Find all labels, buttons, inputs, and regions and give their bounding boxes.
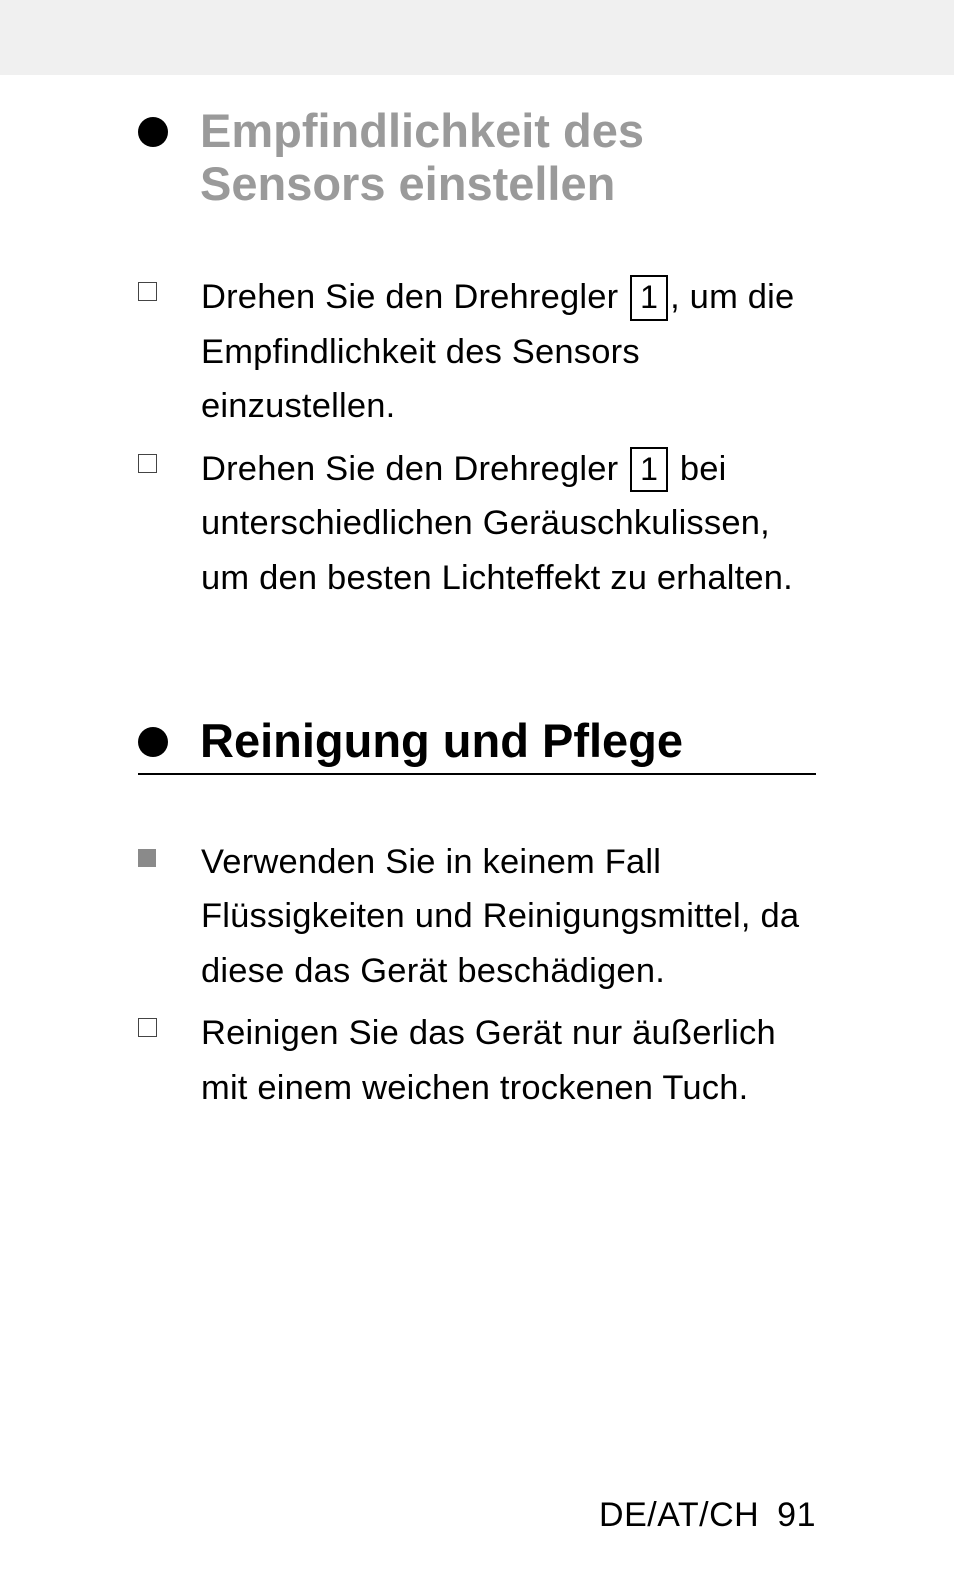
locale-code: DE/AT/CH <box>599 1496 759 1534</box>
step-text: Reinigen Sie das Gerät nur äußer­lich mi… <box>201 1006 816 1115</box>
step-item: Verwenden Sie in keinem Fall Flüssigkeit… <box>138 835 816 999</box>
bullet-dot-icon <box>138 117 168 147</box>
section-heading-cleaning: Reinigung und Pflege <box>138 715 816 775</box>
section-heading-sensor: Empfindlichkeit des Sensors einstellen <box>138 105 816 210</box>
step-item: Drehen Sie den Drehregler 1, um die Empf… <box>138 270 816 434</box>
step-item: Drehen Sie den Drehregler 1 bei untersch… <box>138 442 816 606</box>
reference-number-box: 1 <box>630 275 668 321</box>
step-text: Verwenden Sie in keinem Fall Flüssigkeit… <box>201 835 816 999</box>
page-footer: DE/AT/CH 91 <box>599 1496 816 1535</box>
section-title: Reinigung und Pflege <box>200 715 683 767</box>
checkbox-icon <box>138 1018 157 1037</box>
section1-steps: Drehen Sie den Drehregler 1, um die Empf… <box>138 270 816 605</box>
step-text: Drehen Sie den Drehregler 1 bei untersch… <box>201 442 816 606</box>
text-before: Drehen Sie den Drehregler <box>201 450 628 488</box>
reference-number-box: 1 <box>630 447 668 493</box>
square-bullet-icon <box>138 849 156 867</box>
section-title: Empfindlichkeit des Sensors einstellen <box>200 105 816 210</box>
checkbox-icon <box>138 282 157 301</box>
step-text: Drehen Sie den Drehregler 1, um die Empf… <box>201 270 816 434</box>
text-before: Drehen Sie den Drehregler <box>201 278 628 316</box>
page-number: 91 <box>777 1496 816 1534</box>
manual-page: Empfindlichkeit des Sensors einstellen D… <box>0 75 954 1590</box>
bullet-dot-icon <box>138 727 168 757</box>
checkbox-icon <box>138 454 157 473</box>
step-item: Reinigen Sie das Gerät nur äußer­lich mi… <box>138 1006 816 1115</box>
section2-steps: Verwenden Sie in keinem Fall Flüssigkeit… <box>138 835 816 1116</box>
